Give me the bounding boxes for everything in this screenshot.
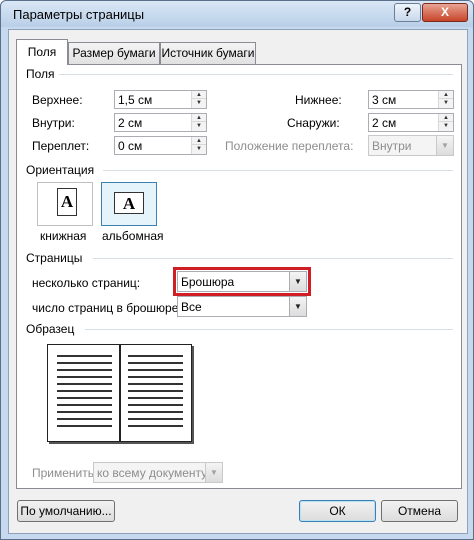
- portrait-page-icon: A: [57, 188, 77, 216]
- spin-down-icon[interactable]: ▼: [439, 99, 453, 107]
- top-margin-field[interactable]: 1,5 см ▲ ▼: [114, 90, 207, 109]
- page-setup-dialog: Параметры страницы ? X Поля Размер бумаг…: [0, 0, 474, 540]
- booklet-spine: [119, 345, 121, 441]
- spin-up-icon[interactable]: ▲: [192, 114, 206, 122]
- inside-margin-spinner[interactable]: ▲ ▼: [191, 114, 206, 131]
- preview-line: [57, 411, 112, 413]
- cancel-button[interactable]: Отмена: [381, 500, 458, 522]
- help-button[interactable]: ?: [394, 3, 421, 22]
- preview-line: [128, 411, 183, 413]
- page-preview: [47, 344, 192, 442]
- spin-up-icon[interactable]: ▲: [192, 91, 206, 99]
- chevron-down-icon: ▼: [205, 463, 222, 482]
- group-divider: [57, 74, 453, 75]
- outside-margin-spinner[interactable]: ▲ ▼: [438, 114, 453, 131]
- chevron-down-icon: ▼: [436, 136, 453, 155]
- spin-up-icon[interactable]: ▲: [192, 137, 206, 145]
- multiple-pages-label: несколько страниц:: [32, 276, 141, 290]
- preview-line: [128, 362, 183, 364]
- orientation-group-label: Ориентация: [26, 163, 99, 177]
- preview-line: [57, 404, 112, 406]
- spin-down-icon[interactable]: ▼: [192, 99, 206, 107]
- inside-margin-field[interactable]: 2 см ▲ ▼: [114, 113, 207, 132]
- group-divider: [103, 170, 453, 171]
- bottom-margin-spinner[interactable]: ▲ ▼: [438, 91, 453, 108]
- preview-line: [57, 390, 112, 392]
- top-margin-label: Верхнее:: [32, 93, 83, 107]
- inside-margin-label: Внутри:: [32, 116, 75, 130]
- chevron-down-icon[interactable]: ▼: [289, 297, 306, 316]
- preview-line: [128, 404, 183, 406]
- ok-button[interactable]: ОК: [299, 500, 376, 522]
- preview-line: [128, 383, 183, 385]
- preview-line: [57, 369, 112, 371]
- preview-line: [128, 397, 183, 399]
- group-divider: [85, 329, 453, 330]
- margins-group-label: Поля: [26, 67, 59, 81]
- spin-down-icon[interactable]: ▼: [192, 145, 206, 153]
- pages-group-label: Страницы: [26, 251, 87, 265]
- sheets-per-booklet-select[interactable]: Все ▼: [177, 296, 307, 317]
- highlight-box: [173, 267, 311, 296]
- preview-line: [57, 425, 112, 427]
- landscape-label: альбомная: [102, 229, 164, 243]
- gutter-field[interactable]: 0 см ▲ ▼: [114, 136, 207, 155]
- preview-line: [128, 418, 183, 420]
- margins-tab-panel: Поля Верхнее: 1,5 см ▲ ▼ Нижнее: 3 см ▲ …: [16, 64, 462, 489]
- preview-line: [57, 355, 112, 357]
- top-margin-spinner[interactable]: ▲ ▼: [191, 91, 206, 108]
- outside-margin-label: Снаружи:: [287, 116, 340, 130]
- tab-paper-source[interactable]: Источник бумаги: [160, 42, 256, 64]
- preview-line: [128, 355, 183, 357]
- preview-line: [128, 390, 183, 392]
- bottom-margin-label: Нижнее:: [295, 93, 342, 107]
- spin-down-icon[interactable]: ▼: [192, 122, 206, 130]
- close-button[interactable]: X: [422, 3, 468, 22]
- tab-paper-size[interactable]: Размер бумаги: [68, 42, 160, 64]
- preview-line: [57, 418, 112, 420]
- bottom-margin-field[interactable]: 3 см ▲ ▼: [368, 90, 454, 109]
- portrait-button[interactable]: A: [37, 182, 93, 226]
- landscape-page-icon: A: [114, 192, 144, 214]
- preview-line: [57, 397, 112, 399]
- preview-line: [57, 383, 112, 385]
- preview-line: [128, 369, 183, 371]
- set-default-button[interactable]: По умолчанию...: [17, 500, 115, 522]
- group-divider: [93, 258, 453, 259]
- window-title: Параметры страницы: [13, 7, 145, 22]
- apply-to-label: Применить:: [32, 466, 98, 480]
- preview-line: [128, 425, 183, 427]
- gutter-spinner[interactable]: ▲ ▼: [191, 137, 206, 154]
- title-bar[interactable]: Параметры страницы ? X: [1, 1, 473, 27]
- spin-up-icon[interactable]: ▲: [439, 114, 453, 122]
- tab-margins[interactable]: Поля: [16, 39, 68, 65]
- preview-line: [128, 376, 183, 378]
- sheets-per-booklet-label: число страниц в брошюре:: [32, 301, 182, 315]
- preview-line: [57, 362, 112, 364]
- apply-to-select: ко всему документу ▼: [93, 462, 223, 483]
- gutter-position-select: Внутри ▼: [368, 135, 454, 156]
- gutter-label: Переплет:: [32, 139, 90, 153]
- outside-margin-field[interactable]: 2 см ▲ ▼: [368, 113, 454, 132]
- spin-up-icon[interactable]: ▲: [439, 91, 453, 99]
- preview-group-label: Образец: [26, 322, 79, 336]
- preview-line: [57, 376, 112, 378]
- portrait-label: книжная: [40, 229, 87, 243]
- spin-down-icon[interactable]: ▼: [439, 122, 453, 130]
- gutter-position-label: Положение переплета:: [225, 139, 354, 153]
- landscape-button[interactable]: A: [101, 182, 157, 226]
- dialog-body: Поля Размер бумаги Источник бумаги Поля …: [8, 29, 468, 534]
